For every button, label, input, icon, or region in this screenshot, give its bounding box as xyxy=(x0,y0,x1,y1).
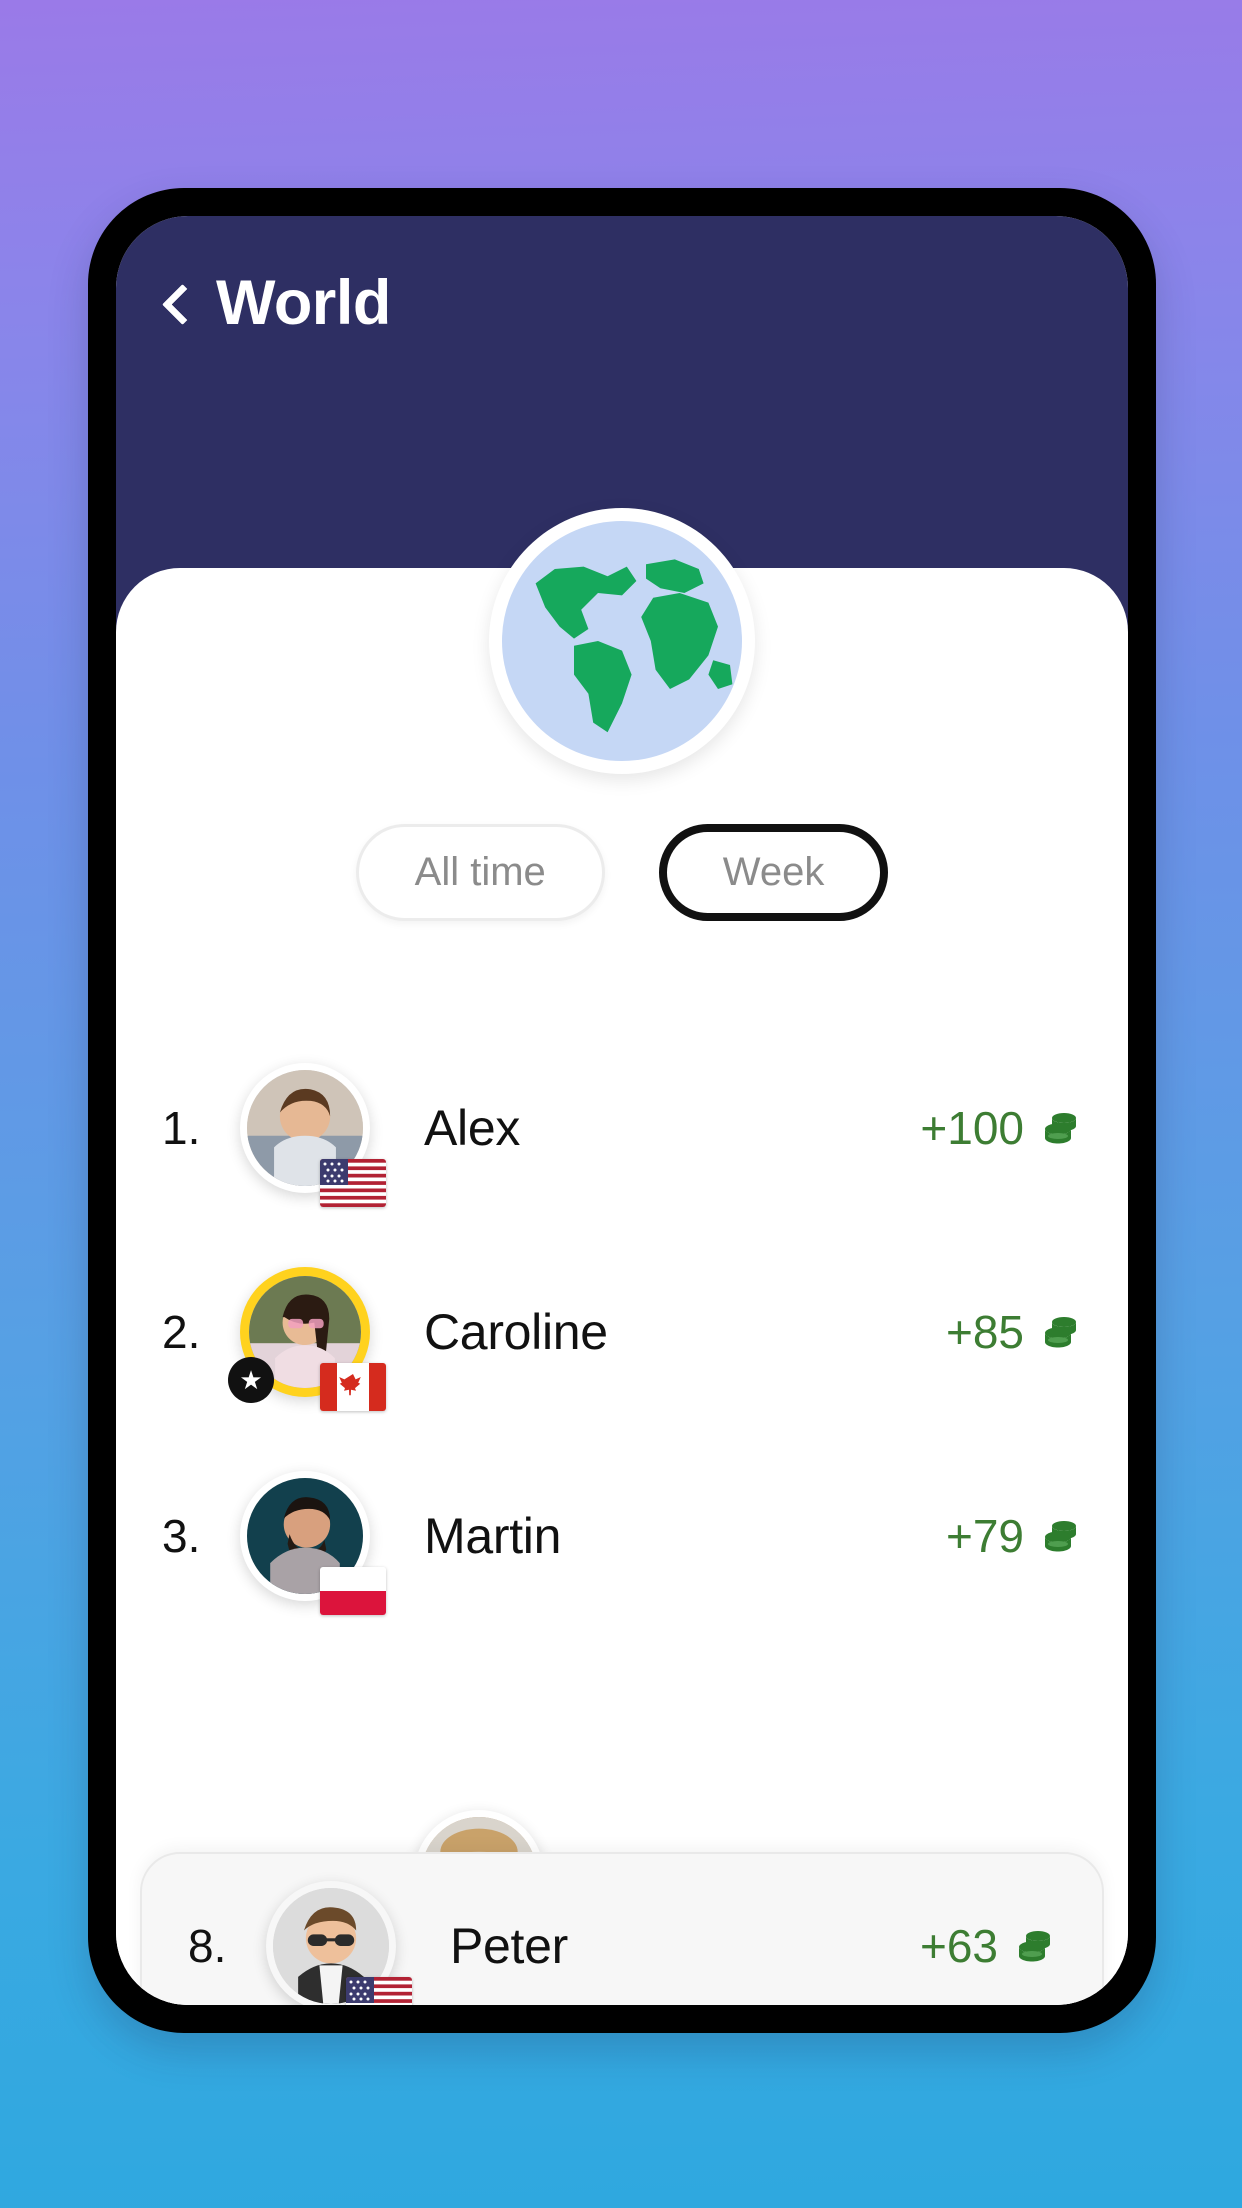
page-title: World xyxy=(216,268,391,338)
rank-label: 1. xyxy=(162,1102,201,1154)
avatar[interactable] xyxy=(240,1063,386,1207)
pinned-current-user-row[interactable]: 8. Peter +63 xyxy=(140,1852,1104,2005)
rank-label: 2. xyxy=(162,1306,201,1358)
ca-flag xyxy=(320,1363,386,1411)
score: +100 xyxy=(920,1101,1082,1155)
score: +63 xyxy=(920,1919,1056,1973)
phone-screen: World All time Week 1. Alex +100 2. ★ Ca… xyxy=(116,216,1128,2005)
player-name: Alex xyxy=(424,1100,521,1156)
score-value: +100 xyxy=(920,1102,1024,1154)
coins-icon xyxy=(1014,1925,1056,1967)
score-value: +63 xyxy=(919,1920,998,1972)
coins-icon xyxy=(1040,1107,1082,1149)
app-backdrop: World All time Week 1. Alex +100 2. ★ Ca… xyxy=(0,0,1242,2208)
tab-week[interactable]: Week xyxy=(658,824,889,921)
avatar[interactable] xyxy=(266,1881,412,2005)
table-row[interactable]: 3. Martin +79 xyxy=(116,1434,1128,1638)
score: +79 xyxy=(946,1509,1082,1563)
leaderboard-list: 1. Alex +100 2. ★ Caroline +85 3. Martin… xyxy=(116,1026,1128,1638)
us-flag xyxy=(320,1159,386,1207)
chevron-left-icon[interactable] xyxy=(160,281,190,327)
tab-week-label: Week xyxy=(722,850,825,894)
globe-icon xyxy=(489,508,755,774)
avatar[interactable]: ★ xyxy=(228,1267,386,1411)
score-value: +85 xyxy=(945,1306,1024,1358)
navigation-bar: World xyxy=(116,272,391,335)
coins-icon xyxy=(1040,1311,1082,1353)
rank-label: 8. xyxy=(188,1920,227,1972)
tab-all-time-label: All time xyxy=(414,850,546,894)
player-name: Martin xyxy=(424,1508,562,1564)
tab-all-time[interactable]: All time xyxy=(355,824,605,921)
table-row[interactable]: 2. ★ Caroline +85 xyxy=(116,1230,1128,1434)
player-name: Peter xyxy=(450,1918,569,1974)
phone-frame: World All time Week 1. Alex +100 2. ★ Ca… xyxy=(88,188,1156,2033)
time-range-tabs: All time Week xyxy=(116,824,1128,921)
star-badge-icon: ★ xyxy=(228,1357,274,1403)
us-flag xyxy=(346,1977,412,2005)
rank-label: 3. xyxy=(162,1510,201,1562)
pl-flag xyxy=(320,1567,386,1615)
table-row[interactable]: 1. Alex +100 xyxy=(116,1026,1128,1230)
score: +85 xyxy=(946,1305,1082,1359)
avatar[interactable] xyxy=(240,1471,386,1615)
coins-icon xyxy=(1040,1515,1082,1557)
score-value: +79 xyxy=(945,1510,1024,1562)
player-name: Caroline xyxy=(424,1304,608,1360)
